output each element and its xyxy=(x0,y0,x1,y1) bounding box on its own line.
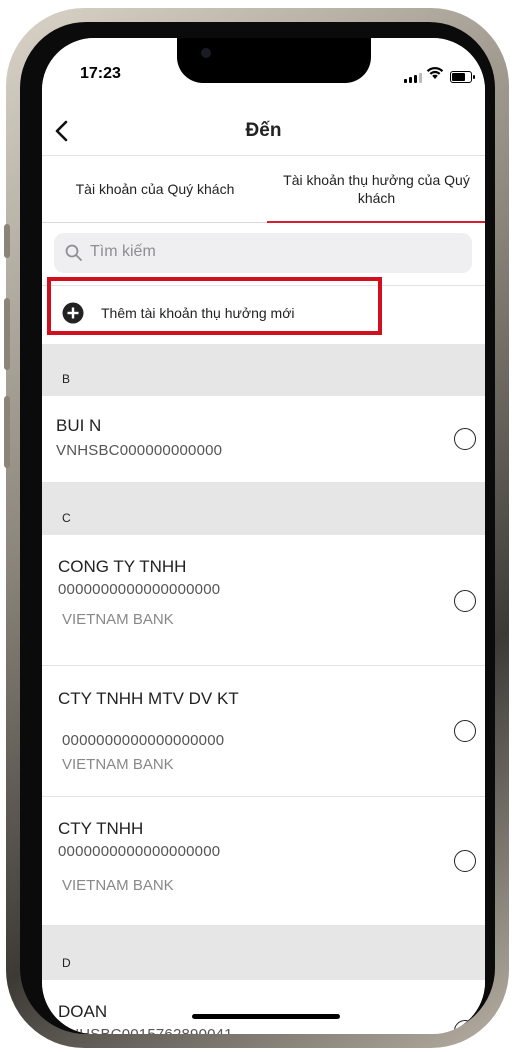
beneficiary-name: BUI N xyxy=(56,416,102,435)
beneficiary-account: 0000000000000000000 xyxy=(58,843,221,860)
section-letter: D xyxy=(62,956,71,970)
select-radio[interactable] xyxy=(454,720,476,742)
beneficiary-row[interactable]: CTY TNHH 0000000000000000000 VIETNAM BAN… xyxy=(42,797,485,926)
page-title: Đến xyxy=(245,120,282,141)
section-letter: B xyxy=(62,372,71,386)
nav-bar: Đến xyxy=(42,110,485,156)
tab-own-accounts[interactable]: Tài khoản của Quý khách xyxy=(42,156,268,222)
wifi-icon xyxy=(426,66,444,79)
beneficiary-bank: VIETNAM BANK xyxy=(62,611,174,628)
front-camera xyxy=(201,48,211,58)
cellular-signal-icon xyxy=(404,73,422,83)
section-header-b: B xyxy=(42,344,485,396)
beneficiary-name: CTY TNHH xyxy=(58,819,144,838)
beneficiary-row[interactable]: CONG TY TNHH 0000000000000000000 VIETNAM… xyxy=(42,535,485,666)
highlight-box xyxy=(47,277,382,335)
account-tabs: Tài khoản của Quý khách Tài khoản thụ hư… xyxy=(42,156,485,223)
beneficiary-bank: VIETNAM BANK xyxy=(62,877,174,894)
beneficiary-row[interactable]: DOAN VNHSBC0015762890041 xyxy=(42,980,485,1034)
beneficiary-name: DOAN xyxy=(58,1002,108,1021)
status-time: 17:23 xyxy=(80,65,121,82)
select-radio[interactable] xyxy=(454,428,476,450)
volume-down-button xyxy=(4,396,10,468)
beneficiary-bank: VIETNAM BANK xyxy=(62,756,174,773)
tab-beneficiary-accounts[interactable]: Tài khoản thụ hưởng của Quý khách xyxy=(268,156,485,222)
volume-up-button xyxy=(4,298,10,370)
battery-icon xyxy=(450,71,475,83)
section-header-d: D xyxy=(42,926,485,980)
select-radio[interactable] xyxy=(454,850,476,872)
search-bar[interactable] xyxy=(54,233,472,273)
mute-switch xyxy=(4,224,10,258)
beneficiary-name: CTY TNHH MTV DV KT xyxy=(58,689,239,708)
beneficiary-account: 0000000000000000000 xyxy=(58,581,221,598)
beneficiary-row[interactable]: CTY TNHH MTV DV KT 0000000000000000000 V… xyxy=(42,666,485,797)
section-header-c: C xyxy=(42,483,485,535)
tab-beneficiary-label: Tài khoản thụ hưởng của Quý khách xyxy=(283,172,470,206)
select-radio[interactable] xyxy=(454,590,476,612)
beneficiary-row[interactable]: BUI N VNHSBC000000000000 xyxy=(42,396,485,483)
notch xyxy=(177,38,371,83)
home-indicator xyxy=(192,1014,340,1019)
app-screen: 17:23 Đến Tài khoản của Quý khách Tài kh… xyxy=(42,38,485,1034)
search-icon xyxy=(65,244,82,261)
add-beneficiary-row[interactable]: Thêm tài khoản thụ hưởng mới xyxy=(42,277,485,344)
beneficiary-account: 0000000000000000000 xyxy=(62,732,225,749)
search-input[interactable] xyxy=(88,242,452,262)
section-letter: C xyxy=(62,511,71,525)
beneficiary-account: VNHSBC000000000000 xyxy=(56,442,223,459)
select-radio[interactable] xyxy=(454,1020,476,1034)
beneficiary-account: VNHSBC0015762890041 xyxy=(58,1026,233,1034)
beneficiary-name: CONG TY TNHH xyxy=(58,557,187,576)
